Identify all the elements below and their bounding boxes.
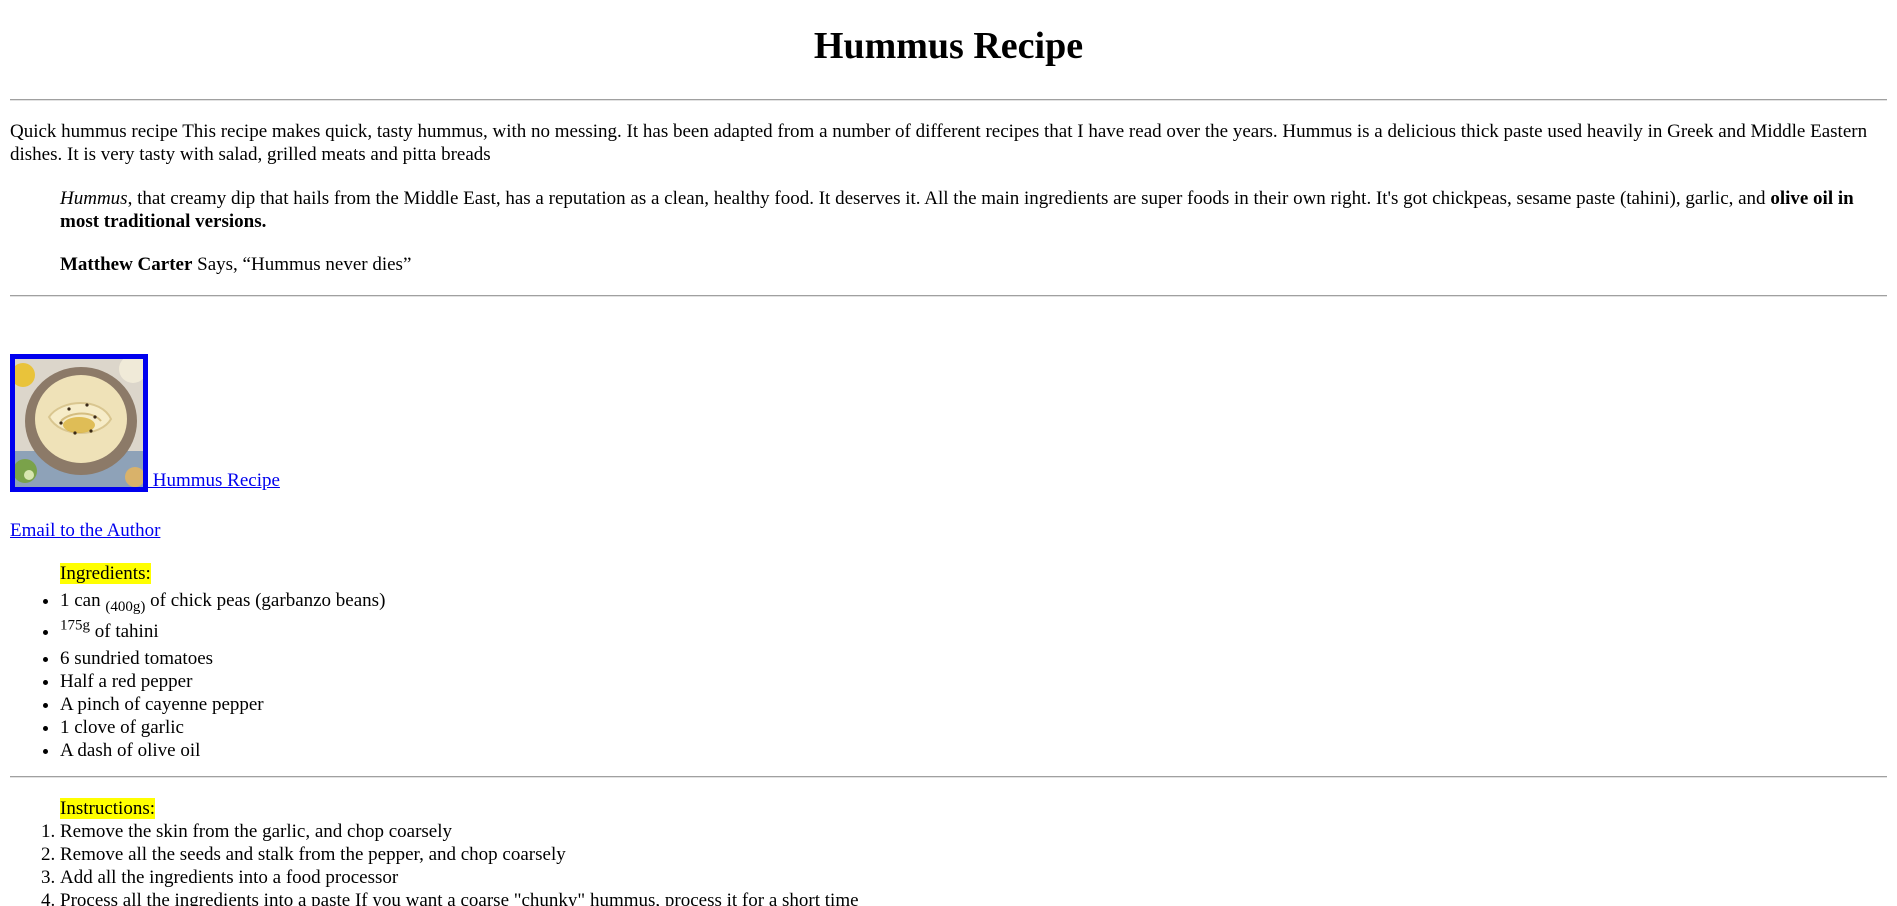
instructions-heading-label: Instructions: [60, 798, 155, 819]
list-item: 6 sundried tomatoes [60, 647, 385, 670]
list-item: A pinch of cayenne pepper [60, 693, 385, 716]
hummus-photo[interactable] [10, 354, 148, 492]
quote-text: , that creamy dip that hails from the Mi… [127, 188, 1771, 209]
list-item: Add all the ingredients into a food proc… [60, 866, 859, 889]
list-item: Remove the skin from the garlic, and cho… [60, 820, 859, 843]
list-item: Half a red pepper [60, 670, 385, 693]
divider [10, 295, 1887, 297]
list-item: 1 can (400g) of chick peas (garbanzo bea… [60, 585, 385, 616]
page-title: Hummus Recipe [813, 25, 1084, 67]
ingredients-list: 1 can (400g) of chick peas (garbanzo bea… [60, 585, 385, 762]
email-author-link[interactable]: Email to the Author [10, 519, 160, 542]
hummus-recipe-link-label[interactable]: Hummus Recipe [148, 470, 280, 491]
page: Hummus Recipe Quick hummus recipe This r… [0, 0, 1897, 906]
author-says: Matthew Carter Says, “Hummus never dies” [60, 253, 411, 276]
ingredient-text: of tahini [90, 621, 159, 642]
author-quote: Says, “Hummus never dies” [192, 254, 412, 275]
ingredient-quantity: (400g) [105, 598, 146, 615]
instructions-heading: Instructions: [60, 797, 155, 820]
ingredients-heading: Ingredients: [60, 562, 151, 585]
ingredients-heading-label: Ingredients: [60, 563, 151, 584]
list-item: A dash of olive oil [60, 739, 385, 762]
author-name: Matthew Carter [60, 254, 193, 275]
ingredient-text: of chick peas (garbanzo beans) [145, 590, 386, 611]
intro-paragraph: Quick hummus recipe This recipe makes qu… [10, 121, 1868, 165]
instructions-list: Remove the skin from the garlic, and cho… [60, 820, 859, 906]
hummus-bowl-image [15, 359, 143, 487]
ingredient-quantity: 175g [60, 617, 90, 634]
hummus-recipe-link[interactable]: Hummus Recipe [10, 354, 280, 492]
divider [10, 776, 1887, 778]
quote-block: Hummus, that creamy dip that hails from … [60, 187, 1860, 233]
list-item: 175g of tahini [60, 616, 385, 647]
list-item: 1 clove of garlic [60, 716, 385, 739]
divider [10, 99, 1887, 101]
ingredient-text: 1 can [60, 590, 106, 611]
quote-emphasis: Hummus [60, 188, 128, 209]
list-item: Remove all the seeds and stalk from the … [60, 843, 859, 866]
list-item: Process all the ingredients into a paste… [60, 889, 859, 906]
